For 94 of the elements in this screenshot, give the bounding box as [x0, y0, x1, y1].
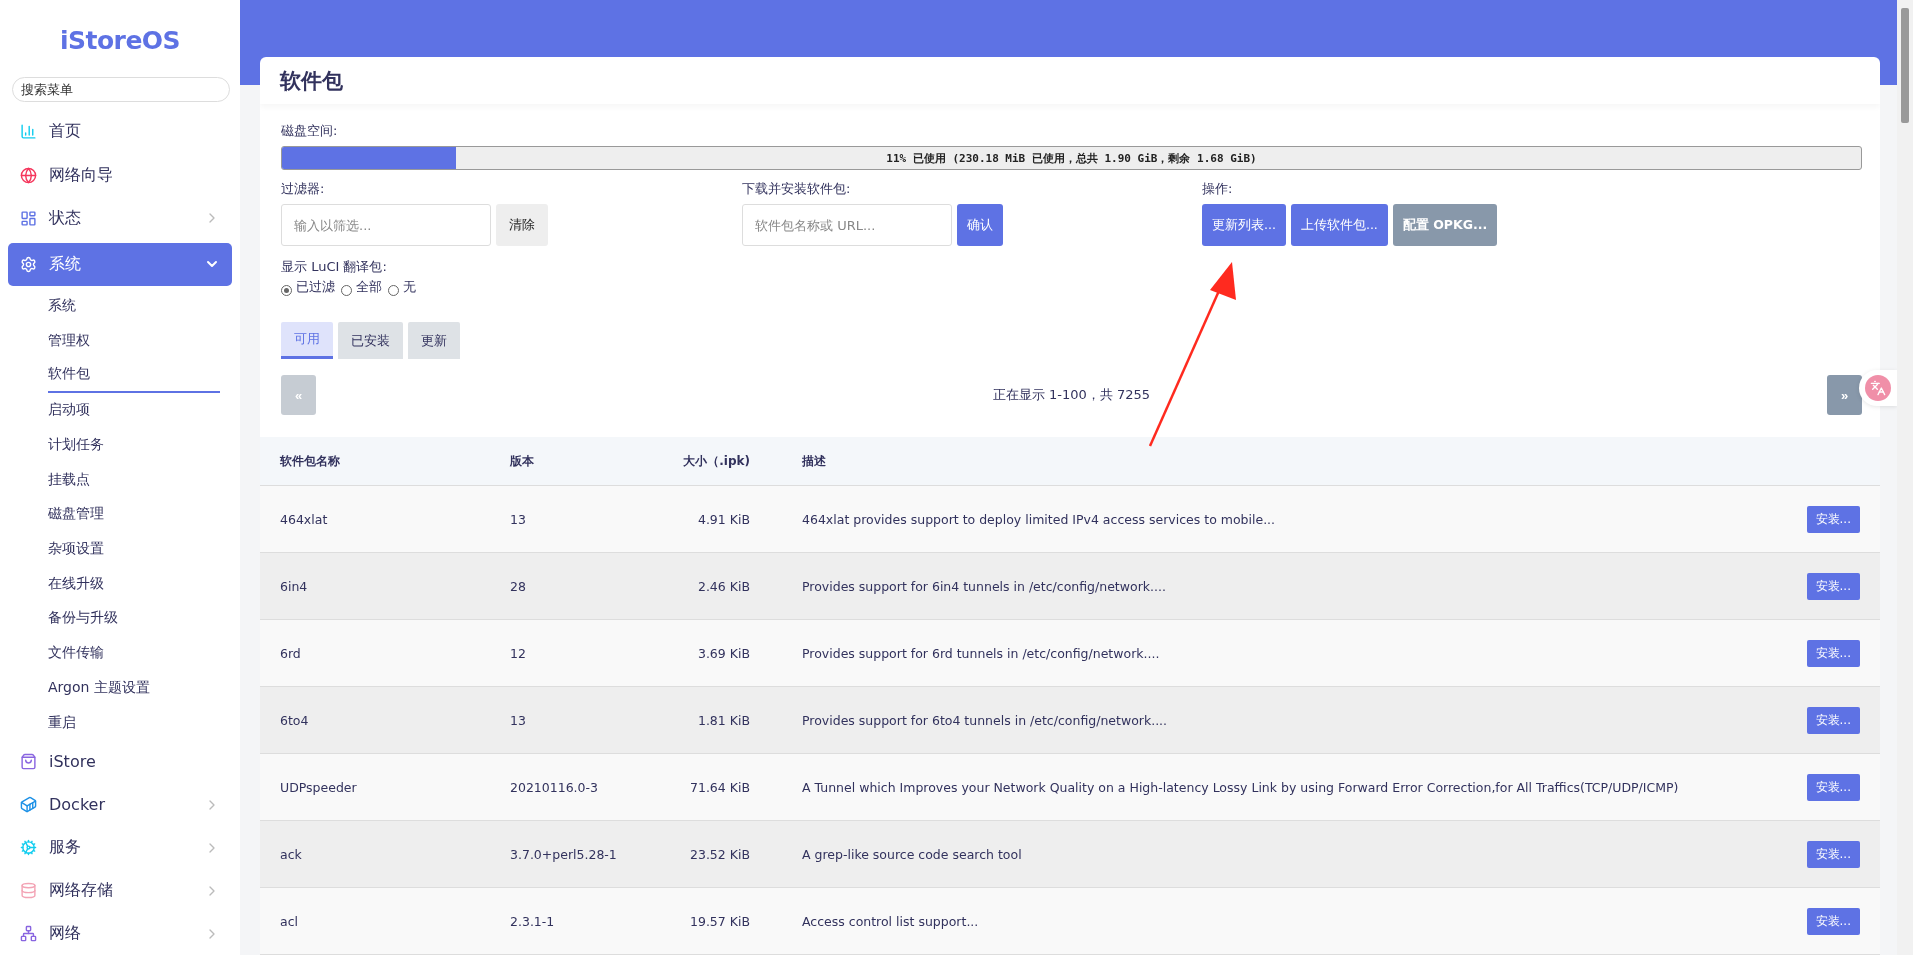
table-cell: 6rd [260, 619, 490, 687]
submenu-item[interactable]: 管理权 [48, 323, 220, 359]
table-cell: 464xlat provides support to deploy limited IPv4 access services to mobile... [782, 485, 1779, 553]
dashboard-icon [20, 209, 37, 227]
table-cell: 4.91 KiB [650, 485, 782, 553]
menu-item[interactable]: iStore [8, 739, 232, 783]
submenu-item[interactable]: 软件包 [48, 358, 220, 393]
menu-item[interactable]: Docker [8, 783, 232, 827]
tab[interactable]: 更新 [408, 322, 460, 359]
logo: iStoreOS [58, 25, 182, 57]
install-button[interactable]: 安装... [1806, 639, 1860, 667]
bar-chart-icon [20, 123, 37, 141]
menu-item[interactable]: 网络向导 [8, 153, 232, 197]
table-cell: 3.69 KiB [650, 619, 782, 687]
menu-item[interactable]: 网络存储 [8, 869, 232, 913]
menu-item[interactable]: 服务 [8, 826, 232, 870]
install-button[interactable]: 安装... [1806, 706, 1860, 734]
radio-label: 已过滤 [296, 278, 335, 296]
translate-button[interactable] [1859, 370, 1897, 406]
install-button[interactable]: 安装... [1806, 773, 1860, 801]
translate-icon [1870, 380, 1886, 396]
radio-label: 无 [403, 278, 416, 296]
submenu-item[interactable]: 杂项设置 [48, 531, 220, 567]
submenu-item[interactable]: 启动项 [48, 392, 220, 428]
submenu-item[interactable]: 挂载点 [48, 462, 220, 497]
usage-text: 11% 已使用 (230.18 MiB 已使用，总共 1.90 GiB，剩余 1.68 GiB) [885, 150, 1258, 167]
menu-item[interactable]: 首页 [8, 110, 232, 154]
container-icon [20, 796, 37, 813]
action-button[interactable]: 上传软件包... [1290, 204, 1388, 246]
install-button[interactable]: 安装... [1806, 840, 1860, 868]
table-cell: A Tunnel which Improves your Network Quality on a High-latency Lossy Link by using Forward Error Correction,for All Traffics(TCP/UDP/ICMP) [782, 753, 1779, 821]
table-cell: 12 [490, 619, 650, 687]
submenu-item[interactable]: Argon 主题设置 [48, 670, 220, 706]
clear-button[interactable]: 清除 [496, 204, 548, 246]
table-cell: 3.7.0+perl5.28-1 [490, 820, 650, 888]
table-cell: ack [260, 820, 490, 888]
table-cell: 20210116.0-3 [490, 753, 650, 821]
table-cell: 71.64 KiB [650, 753, 782, 821]
field-label: 操作: [1202, 180, 1234, 198]
field-label: 下载并安装软件包: [742, 180, 852, 198]
table-cell: 2.46 KiB [650, 552, 782, 620]
submenu-item[interactable]: 计划任务 [48, 427, 220, 463]
submenu-item[interactable]: 系统 [48, 288, 220, 324]
menu-item[interactable]: 系统 [8, 242, 232, 286]
tab[interactable]: 已安装 [338, 322, 403, 359]
column-header: 大小（.ipk) [650, 437, 782, 486]
field-label: 磁盘空间: [281, 122, 339, 140]
action-button[interactable]: 更新列表... [1202, 204, 1286, 246]
search-field[interactable]: 搜索菜单 [12, 77, 230, 103]
radio-label: 全部 [356, 278, 382, 296]
table-cell: 13 [490, 686, 650, 754]
globe-icon [20, 166, 37, 184]
install-button[interactable]: 安装... [1806, 505, 1860, 533]
table-cell: UDPspeeder [260, 753, 490, 821]
table-cell: 2.3.1-1 [490, 887, 650, 955]
package-url-field[interactable]: 软件包名称或 URL... [742, 204, 952, 246]
menu-item[interactable]: 网络 [8, 912, 232, 955]
table-cell: 28 [490, 552, 650, 620]
install-button[interactable]: 安装... [1806, 907, 1860, 935]
column-header: 软件包名称 [260, 437, 490, 486]
table-cell: 23.52 KiB [650, 820, 782, 888]
submenu-item[interactable]: 文件传输 [48, 635, 220, 671]
confirm-button[interactable]: 确认 [957, 204, 1003, 246]
column-header: 版本 [490, 437, 650, 486]
table-cell: A grep-like source code search tool [782, 820, 1779, 888]
table-cell: 19.57 KiB [650, 887, 782, 955]
install-button[interactable]: 安装... [1806, 572, 1860, 600]
table-cell: Provides support for 6in4 tunnels in /etc/config/network.... [782, 552, 1779, 620]
submenu-item[interactable]: 备份与升级 [48, 601, 220, 636]
submenu-item[interactable]: 重启 [48, 705, 220, 740]
page-status: 正在显示 1-100，共 7255 [992, 386, 1151, 404]
table-cell: 6in4 [260, 552, 490, 620]
table-cell: acl [260, 887, 490, 955]
table-cell: Provides support for 6rd tunnels in /etc/config/network.... [782, 619, 1779, 687]
table-cell: 6to4 [260, 686, 490, 754]
table-cell: Access control list support... [782, 887, 1779, 955]
field-label: 显示 LuCI 翻译包: [281, 258, 388, 276]
menu-item[interactable]: 状态 [8, 196, 232, 240]
scrollbar[interactable] [1897, 0, 1913, 955]
network-icon [20, 925, 37, 943]
submenu-item[interactable]: 磁盘管理 [48, 496, 220, 532]
column-header: 描述 [782, 437, 1779, 486]
table-cell: 464xlat [260, 485, 490, 553]
filter-field[interactable]: 输入以筛选... [281, 204, 491, 246]
bag-icon [20, 753, 37, 770]
database-icon [20, 882, 37, 900]
table-cell: 1.81 KiB [650, 686, 782, 754]
scrollbar-thumb[interactable] [1901, 8, 1909, 123]
table-cell: Provides support for 6to4 tunnels in /etc/config/network.... [782, 686, 1779, 754]
field-label: 过滤器: [281, 180, 326, 198]
page-title: 软件包 [280, 67, 343, 95]
submenu-item[interactable]: 在线升级 [48, 566, 220, 602]
table-cell: 13 [490, 485, 650, 553]
settings-icon [20, 255, 37, 273]
